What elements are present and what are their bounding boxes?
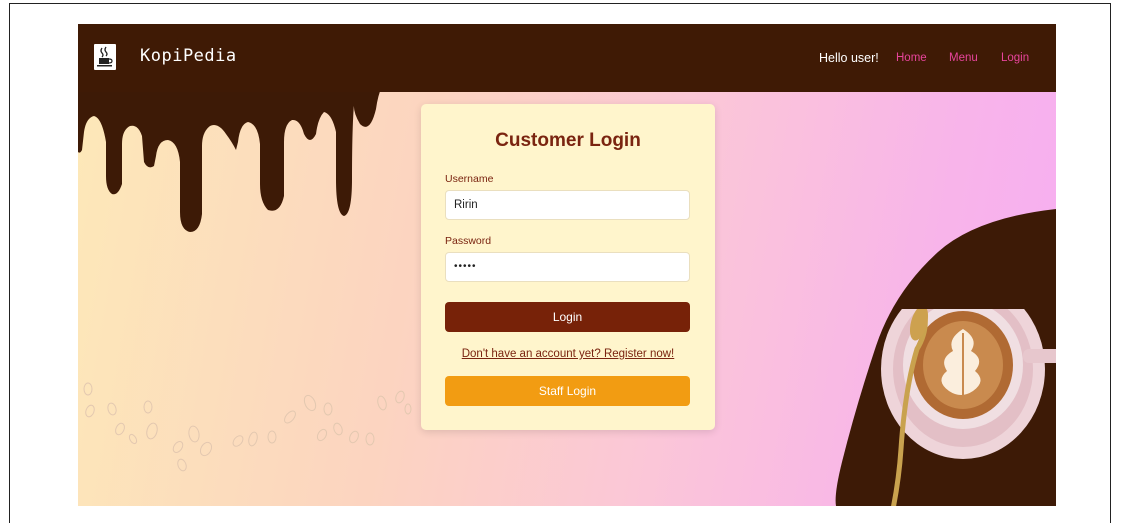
username-label: Username bbox=[445, 173, 494, 185]
username-input[interactable]: Ririn bbox=[445, 190, 690, 220]
nav-link-menu[interactable]: Menu bbox=[949, 52, 978, 64]
password-label: Password bbox=[445, 235, 492, 247]
coffee-cup-image bbox=[881, 309, 1056, 506]
login-card: Customer Login Username Ririn Password •… bbox=[421, 104, 715, 430]
user-greeting: Hello user! bbox=[819, 51, 879, 65]
staff-login-button[interactable]: Staff Login bbox=[445, 376, 690, 406]
login-button[interactable]: Login bbox=[445, 302, 690, 332]
nav-link-login[interactable]: Login bbox=[1001, 52, 1029, 64]
brand-name[interactable]: KopiPedia bbox=[140, 46, 237, 66]
page: KopiPedia Hello user! Home Menu Login Cu… bbox=[78, 24, 1056, 506]
coffee-cup-icon[interactable] bbox=[94, 44, 116, 70]
password-input[interactable]: ••••• bbox=[445, 252, 690, 282]
chocolate-drip-decoration bbox=[78, 84, 383, 232]
card-title: Customer Login bbox=[495, 130, 641, 151]
register-link[interactable]: Don't have an account yet? Register now! bbox=[421, 348, 715, 360]
navbar: KopiPedia Hello user! Home Menu Login bbox=[78, 24, 1056, 92]
coffee-beans-decoration bbox=[83, 382, 412, 472]
nav-link-home[interactable]: Home bbox=[896, 52, 927, 64]
